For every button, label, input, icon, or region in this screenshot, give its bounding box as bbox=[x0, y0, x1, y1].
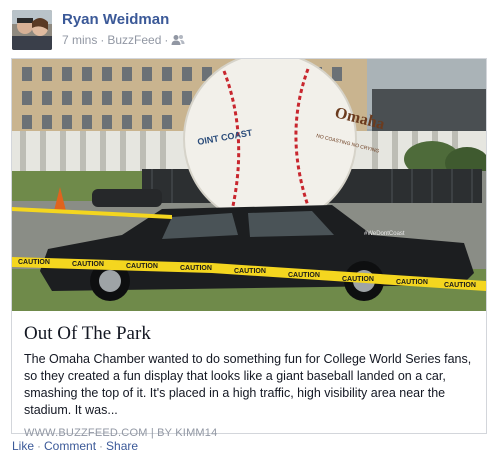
car-hashtag: #WeDontCoast bbox=[364, 231, 405, 237]
tape-text: CAUTION bbox=[444, 282, 476, 289]
avatar[interactable] bbox=[12, 10, 52, 50]
tape-text: CAUTION bbox=[342, 276, 374, 283]
post-actions: Like · Comment · Share bbox=[12, 439, 138, 453]
post-meta: 7 mins · BuzzFeed · bbox=[62, 33, 185, 47]
post-time[interactable]: 7 mins bbox=[62, 33, 97, 47]
tape-text: CAUTION bbox=[126, 263, 158, 270]
baseball-car-photo: Omaha NO COASTING NO CRYING OINT COAST #… bbox=[12, 59, 486, 311]
post-header: Ryan Weidman 7 mins · BuzzFeed · bbox=[10, 8, 490, 52]
tape-text: CAUTION bbox=[72, 261, 104, 268]
meta-separator: · bbox=[164, 33, 169, 47]
action-separator: · bbox=[37, 439, 42, 453]
link-card[interactable]: Omaha NO COASTING NO CRYING OINT COAST #… bbox=[11, 58, 487, 439]
avatar-image bbox=[12, 10, 52, 50]
link-image[interactable]: Omaha NO COASTING NO CRYING OINT COAST #… bbox=[12, 59, 486, 311]
tape-text: CAUTION bbox=[180, 265, 212, 272]
link-source: WWW.BUZZFEED.COM | BY KIMM14 bbox=[24, 427, 218, 439]
like-link[interactable]: Like bbox=[12, 439, 34, 453]
tape-text: CAUTION bbox=[288, 272, 320, 279]
link-title[interactable]: Out Of The Park bbox=[24, 323, 476, 345]
post-app[interactable]: BuzzFeed bbox=[107, 33, 161, 47]
tape-text: CAUTION bbox=[18, 259, 50, 266]
comment-link[interactable]: Comment bbox=[44, 439, 96, 453]
link-card-body[interactable]: Out Of The Park The Omaha Chamber wanted… bbox=[24, 315, 476, 439]
friends-audience-icon[interactable] bbox=[171, 34, 185, 46]
tape-text: CAUTION bbox=[396, 279, 428, 286]
meta-separator: · bbox=[100, 33, 105, 47]
tape-text: CAUTION bbox=[234, 268, 266, 275]
share-link[interactable]: Share bbox=[106, 439, 138, 453]
link-description: The Omaha Chamber wanted to do something… bbox=[24, 352, 472, 417]
author-name[interactable]: Ryan Weidman bbox=[62, 11, 169, 28]
action-separator: · bbox=[99, 439, 104, 453]
